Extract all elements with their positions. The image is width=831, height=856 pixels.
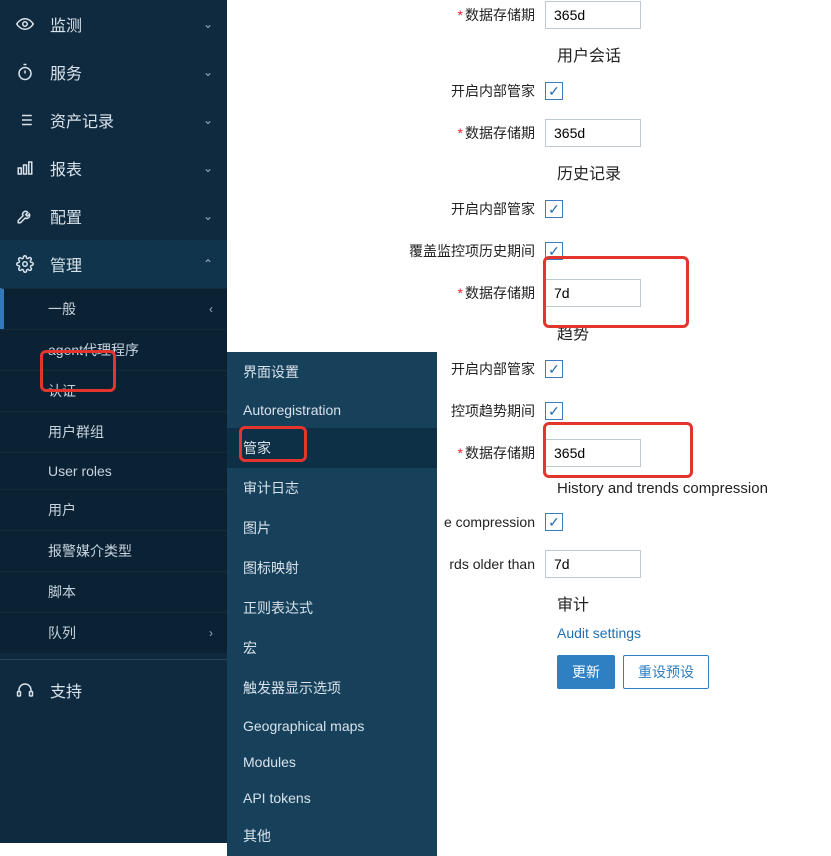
input-history-storage[interactable] <box>545 279 641 307</box>
checkbox-hk-trends[interactable]: ✓ <box>545 360 563 378</box>
nav-support[interactable]: 支持 <box>0 666 227 714</box>
eye-icon <box>14 15 36 33</box>
flyout-audit-log[interactable]: 审计日志 <box>227 468 437 508</box>
flyout-api-tokens[interactable]: API tokens <box>227 780 437 816</box>
chevron-down-icon: ⌄ <box>203 113 213 127</box>
nav-inventory[interactable]: 资产记录 ⌄ <box>0 96 227 144</box>
divider <box>0 659 227 660</box>
sub-authentication[interactable]: 认证 <box>0 370 227 411</box>
gear-icon <box>14 255 36 273</box>
label-enable-hk-history: 开启内部管家 <box>227 199 545 219</box>
section-user-sessions: 用户会话 <box>557 42 831 66</box>
label-data-storage: 数据存储期 <box>465 125 535 141</box>
checkbox-hk-history[interactable]: ✓ <box>545 200 563 218</box>
checkbox-override-history[interactable]: ✓ <box>545 242 563 260</box>
input-sessions-storage[interactable] <box>545 119 641 147</box>
wrench-icon <box>14 207 36 225</box>
label-data-storage: 数据存储期 <box>465 285 535 301</box>
label-override-history: 覆盖监控项历史期间 <box>227 241 545 261</box>
headset-icon <box>14 681 36 699</box>
reset-defaults-button[interactable]: 重设预设 <box>623 655 709 689</box>
sub-label: 脚本 <box>48 582 213 602</box>
chevron-down-icon: ⌄ <box>203 65 213 79</box>
flyout-trigger-display[interactable]: 触发器显示选项 <box>227 668 437 708</box>
nav-label: 监测 <box>50 12 203 36</box>
sub-label: 用户群组 <box>48 422 213 442</box>
input-compress-older[interactable] <box>545 550 641 578</box>
stopwatch-icon <box>14 63 36 81</box>
flyout-autoregistration[interactable]: Autoregistration <box>227 392 437 428</box>
chevron-left-icon: ‹ <box>209 302 213 316</box>
sidebar: 监测 ⌄ 服务 ⌄ 资产记录 ⌄ 报表 ⌄ 配置 ⌄ 管理 ⌃ <box>0 0 227 843</box>
sub-user-roles[interactable]: User roles <box>0 452 227 489</box>
chevron-down-icon: ⌄ <box>203 17 213 31</box>
sub-label: 用户 <box>48 500 213 520</box>
flyout-geo-maps[interactable]: Geographical maps <box>227 708 437 744</box>
nav-label: 资产记录 <box>50 108 203 132</box>
checkbox-enable-compression[interactable]: ✓ <box>545 513 563 531</box>
checkbox-hk-sessions[interactable]: ✓ <box>545 82 563 100</box>
flyout-housekeeping[interactable]: 管家 <box>227 428 437 468</box>
nav-services[interactable]: 服务 ⌄ <box>0 48 227 96</box>
sub-label: 认证 <box>48 381 213 401</box>
update-button[interactable]: 更新 <box>557 655 615 689</box>
nav-label: 配置 <box>50 204 203 228</box>
chevron-right-icon: › <box>209 626 213 640</box>
input-events-storage[interactable] <box>545 1 641 29</box>
sub-label: 报警媒介类型 <box>48 541 213 561</box>
sub-media-types[interactable]: 报警媒介类型 <box>0 530 227 571</box>
nav-label: 报表 <box>50 156 203 180</box>
barchart-icon <box>14 159 36 177</box>
sub-queue[interactable]: 队列 › <box>0 612 227 653</box>
section-history: 历史记录 <box>557 160 831 184</box>
flyout-other[interactable]: 其他 <box>227 816 437 856</box>
sub-users[interactable]: 用户 <box>0 489 227 530</box>
label-enable-hk-sessions: 开启内部管家 <box>227 81 545 101</box>
section-trends: 趋势 <box>557 320 831 344</box>
nav-label: 服务 <box>50 60 203 84</box>
input-trends-storage[interactable] <box>545 439 641 467</box>
nav-label: 管理 <box>50 252 203 276</box>
sub-label: agent代理程序 <box>48 340 213 360</box>
nav-monitoring[interactable]: 监测 ⌄ <box>0 0 227 48</box>
list-icon <box>14 111 36 129</box>
chevron-down-icon: ⌄ <box>203 209 213 223</box>
label-data-storage: 数据存储期 <box>465 7 535 23</box>
sub-proxies[interactable]: agent代理程序 <box>0 329 227 370</box>
sub-user-groups[interactable]: 用户群组 <box>0 411 227 452</box>
flyout-icon-mapping[interactable]: 图标映射 <box>227 548 437 588</box>
nav-label: 支持 <box>50 678 213 702</box>
label-data-storage: 数据存储期 <box>465 445 535 461</box>
flyout-gui[interactable]: 界面设置 <box>227 352 437 392</box>
nav-configuration[interactable]: 配置 ⌄ <box>0 192 227 240</box>
link-audit-settings[interactable]: Audit settings <box>557 625 641 641</box>
sub-scripts[interactable]: 脚本 <box>0 571 227 612</box>
sub-general[interactable]: 一般 ‹ <box>0 288 227 329</box>
nav-administration[interactable]: 管理 ⌃ <box>0 240 227 288</box>
chevron-down-icon: ⌄ <box>203 161 213 175</box>
flyout-modules[interactable]: Modules <box>227 744 437 780</box>
flyout-macros[interactable]: 宏 <box>227 628 437 668</box>
nav-reports[interactable]: 报表 ⌄ <box>0 144 227 192</box>
admin-submenu: 一般 ‹ agent代理程序 认证 用户群组 User roles 用户 报警媒… <box>0 288 227 653</box>
checkbox-override-trends[interactable]: ✓ <box>545 402 563 420</box>
sub-label: 一般 <box>48 299 209 319</box>
flyout-regex[interactable]: 正则表达式 <box>227 588 437 628</box>
general-flyout: 界面设置 Autoregistration 管家 审计日志 图片 图标映射 正则… <box>227 352 437 856</box>
sub-label: 队列 <box>48 623 209 643</box>
chevron-up-icon: ⌃ <box>203 257 213 271</box>
sub-label: User roles <box>48 463 213 479</box>
section-compression: History and trends compression <box>557 480 831 497</box>
flyout-images[interactable]: 图片 <box>227 508 437 548</box>
section-audit: 审计 <box>557 591 831 615</box>
